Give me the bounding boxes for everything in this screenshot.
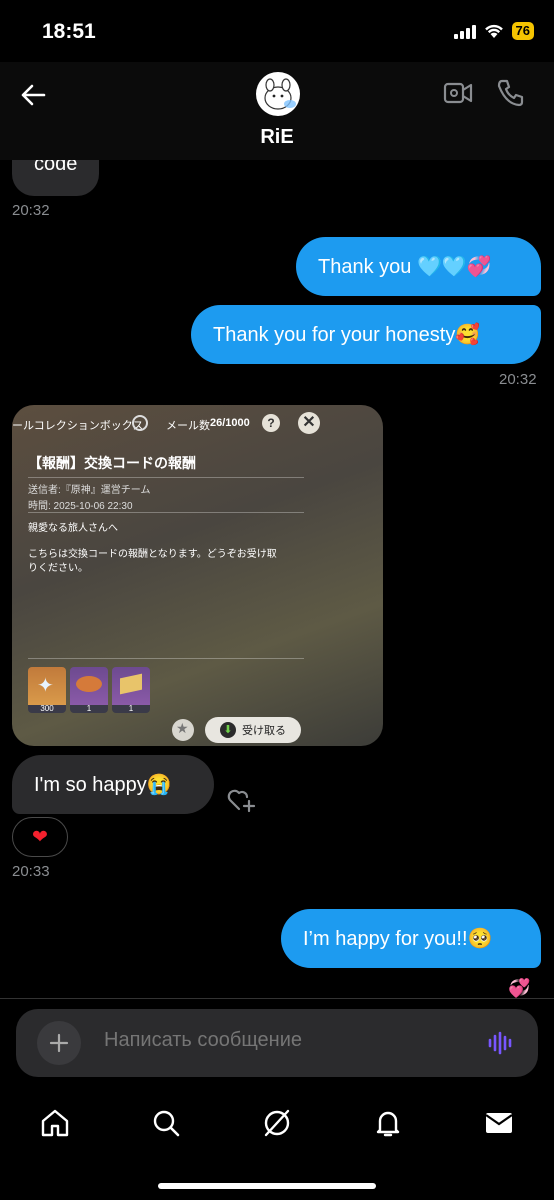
close-icon: ✕ xyxy=(298,412,320,434)
divider xyxy=(28,658,304,659)
trailing-reaction-emoji: 💞 xyxy=(508,978,531,998)
wifi-icon xyxy=(484,24,503,38)
signal-icon xyxy=(453,23,476,39)
video-call-icon[interactable] xyxy=(443,80,473,106)
mail-icon xyxy=(485,1113,513,1133)
claim-button: ⬇ 受け取る xyxy=(205,717,301,743)
mail-count-label: メール数 xyxy=(166,420,210,432)
mail-body: こちらは交換コードの報酬となります。どうぞお受け取 xyxy=(28,549,277,560)
add-attachment-button[interactable] xyxy=(37,1021,81,1065)
reaction-badge[interactable]: ❤ xyxy=(12,817,68,857)
voice-message-icon[interactable] xyxy=(488,1031,514,1055)
tab-grok[interactable] xyxy=(260,1106,294,1140)
mail-date: 時間: 2025-10-06 22:30 xyxy=(28,501,133,512)
reward-item-primogem: ✦ 300 xyxy=(28,667,66,713)
home-icon xyxy=(41,1109,69,1137)
tab-notifications[interactable] xyxy=(371,1106,405,1140)
bell-icon xyxy=(376,1111,400,1137)
message-input[interactable] xyxy=(104,1029,464,1052)
reward-item-food: 1 xyxy=(70,667,108,713)
status-time: 18:51 xyxy=(42,20,96,43)
add-reaction-icon[interactable] xyxy=(226,785,256,813)
star-icon: ★ xyxy=(172,719,194,741)
tab-home[interactable] xyxy=(38,1106,72,1140)
mail-body: りください。 xyxy=(28,563,88,574)
message-received[interactable]: I'm so happy😭 xyxy=(12,755,214,814)
tab-messages[interactable] xyxy=(482,1106,516,1140)
status-icons: 76 xyxy=(453,22,534,40)
chat-header: RiE xyxy=(0,62,554,160)
timestamp: 20:32 xyxy=(12,202,50,219)
back-arrow-icon[interactable] xyxy=(18,80,48,110)
search-icon xyxy=(153,1110,180,1137)
media-box-icon xyxy=(132,415,148,431)
mail-sender: 送信者:『原神』運営チーム xyxy=(28,485,151,496)
timestamp: 20:32 xyxy=(499,371,537,388)
mail-greeting: 親愛なる旅人さんへ xyxy=(28,523,118,534)
plus-icon xyxy=(49,1033,69,1053)
reward-item-book: 1 xyxy=(112,667,150,713)
avatar[interactable] xyxy=(256,72,300,116)
message-sent[interactable]: I’m happy for you!!🥺 xyxy=(281,909,541,968)
timestamp: 20:33 xyxy=(12,863,50,880)
contact-name[interactable]: RiE xyxy=(0,126,554,149)
status-bar: 18:51 76 xyxy=(0,0,554,62)
media-box-title: ールコレクションボックス xyxy=(12,420,144,432)
phone-call-icon[interactable] xyxy=(496,78,526,108)
divider xyxy=(28,477,304,478)
help-icon: ? xyxy=(262,414,280,432)
tab-search[interactable] xyxy=(149,1106,183,1140)
home-indicator xyxy=(158,1183,376,1189)
composer-divider xyxy=(0,998,554,999)
message-composer xyxy=(16,1009,538,1077)
battery-indicator: 76 xyxy=(511,22,534,40)
message-sent[interactable]: Thank you for your honesty🥰 xyxy=(191,305,541,364)
mail-heading: 【報酬】交換コードの報酬 xyxy=(28,455,196,471)
grok-icon xyxy=(264,1109,290,1137)
divider xyxy=(28,512,304,513)
image-attachment[interactable]: ールコレクションボックス メール数 26/1000 ? ✕ 【報酬】交換コードの… xyxy=(12,405,383,746)
download-icon: ⬇ xyxy=(220,722,236,738)
message-sent[interactable]: Thank you 🩵🩵💞 xyxy=(296,237,541,296)
mail-count: 26/1000 xyxy=(210,417,250,429)
